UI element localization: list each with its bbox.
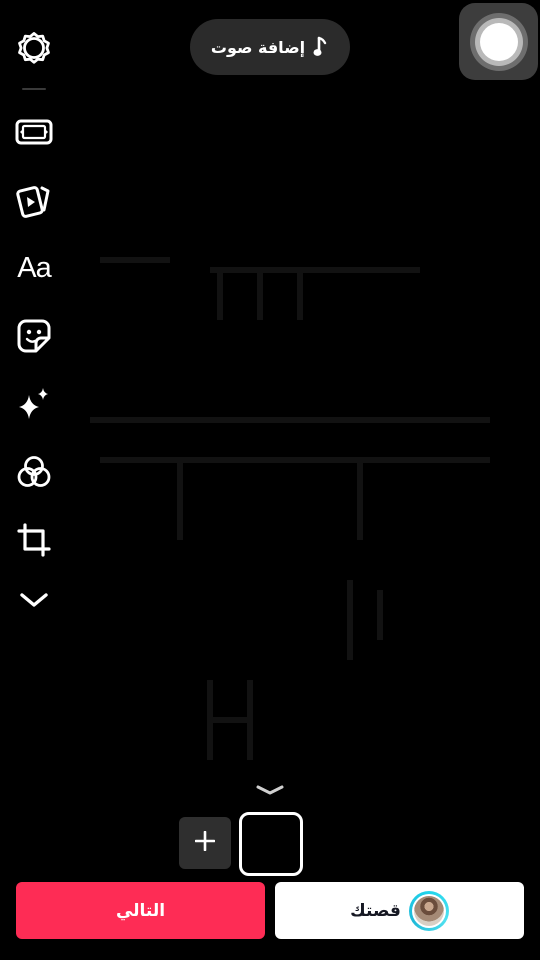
stickers-button[interactable] [8, 310, 60, 362]
crop-icon [16, 522, 52, 558]
avatar [408, 890, 449, 931]
sticker-icon [16, 318, 52, 354]
clip-thumbnail[interactable] [239, 812, 303, 876]
effects-button[interactable] [8, 378, 60, 430]
video-cards-icon [14, 180, 54, 220]
collapse-clips-button[interactable] [252, 780, 288, 802]
chevron-down-icon [18, 590, 50, 610]
aspect-ratio-icon [15, 117, 53, 147]
filters-icon [15, 453, 53, 491]
toolbar-divider [22, 88, 46, 90]
your-story-button[interactable]: قصتك [275, 882, 524, 939]
sparkles-icon [15, 385, 53, 423]
gear-icon [16, 30, 52, 66]
text-button[interactable]: Aa [8, 242, 60, 294]
more-tools-button[interactable] [8, 574, 60, 626]
aspect-ratio-button[interactable] [8, 106, 60, 158]
next-label: التالي [115, 900, 166, 921]
text-aa-icon: Aa [17, 251, 51, 284]
add-sound-button[interactable]: إضافة صوت [190, 19, 350, 75]
plus-icon [194, 830, 216, 855]
next-button[interactable]: التالي [16, 882, 265, 939]
crop-button[interactable] [8, 514, 60, 566]
editor-screen: Aa إضافة صوت قصتك التالي [0, 0, 540, 960]
assistive-touch-icon [469, 12, 528, 71]
add-sound-label: إضافة صوت [210, 37, 306, 57]
music-note-icon [313, 36, 329, 58]
filters-button[interactable] [8, 446, 60, 498]
assistive-touch-button[interactable] [459, 3, 538, 80]
templates-button[interactable] [8, 174, 60, 226]
add-clip-button[interactable] [179, 817, 231, 869]
your-story-label: قصتك [350, 900, 401, 921]
chevron-down-icon [255, 782, 285, 801]
video-preview [90, 257, 490, 760]
settings-button[interactable] [8, 22, 60, 74]
